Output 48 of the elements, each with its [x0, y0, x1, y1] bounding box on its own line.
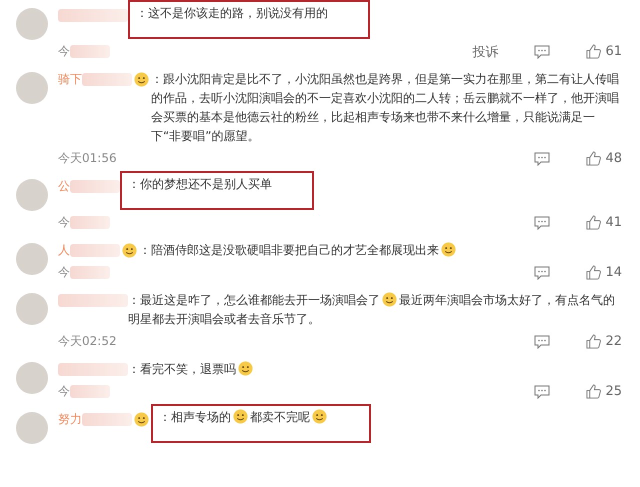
like-button[interactable]: 61	[586, 44, 622, 59]
comment-text: ：你的梦想还不是别人买单	[120, 171, 314, 210]
like-button[interactable]: 22	[586, 334, 622, 349]
thumbs-up-icon	[586, 384, 602, 399]
thumbs-up-icon	[586, 44, 602, 59]
like-button[interactable]: 48	[586, 151, 622, 166]
comment-text: ：这不是你该走的路，别说没有用的	[128, 0, 370, 39]
comment-time: 今天02:52	[58, 333, 117, 350]
comment-text: ：相声专场的 都卖不完呢	[151, 404, 371, 443]
emoji-icon	[382, 292, 397, 307]
avatar[interactable]	[16, 8, 48, 40]
blurred-name	[70, 180, 120, 193]
comment-icon[interactable]	[534, 216, 550, 230]
comment-time: 今	[58, 264, 70, 281]
comment-icon[interactable]	[534, 384, 550, 398]
like-button[interactable]: 14	[586, 265, 622, 280]
blurred-name	[58, 363, 128, 376]
thumbs-up-icon	[586, 265, 602, 280]
thumbs-up-icon	[586, 151, 602, 166]
blurred-name	[82, 413, 132, 426]
blurred-name	[82, 73, 132, 86]
comment-text: ：跟小沈阳肯定是比不了，小沈阳虽然也是跨界，但是第一实力在那里，第二有让人传唱的作品，去听小沈阳演唱会的不一定喜欢小沈阳的二人转；岳云鹏就不一样了，他开演唱会买票的基本是他德云社的粉丝，比起相声专场来也带不来什么增量，只能说满足一下“非要唱”的愿望。	[151, 71, 620, 145]
comment-text: ：看完不笑，退票吗	[128, 360, 622, 379]
avatar[interactable]	[16, 412, 48, 444]
comment-time: 今	[58, 214, 70, 231]
like-button[interactable]: 25	[586, 384, 622, 399]
like-button[interactable]: 41	[586, 215, 622, 230]
thumbs-up-icon	[586, 215, 602, 230]
comment-time: 今天01:56	[58, 150, 117, 167]
avatar[interactable]	[16, 72, 48, 104]
comment-text: ：陪酒侍郎这是没歌硬唱非要把自己的才艺全都展现出来	[139, 241, 622, 260]
emoji-icon	[233, 409, 248, 424]
thumbs-up-icon	[586, 334, 602, 349]
blurred-name	[58, 294, 128, 307]
avatar[interactable]	[16, 362, 48, 394]
avatar[interactable]	[16, 293, 48, 325]
blurred-name	[70, 244, 120, 257]
avatar[interactable]	[16, 179, 48, 211]
comment-text: ：最近这是咋了，怎么谁都能去开一场演唱会了 最近两年演唱会市场太好了，有点名气的明星都去开演唱会或者去音乐节了。	[128, 291, 616, 328]
comment-icon[interactable]	[534, 266, 550, 280]
comment-time: 今	[58, 383, 70, 400]
avatar[interactable]	[16, 243, 48, 275]
comment-icon[interactable]	[534, 334, 550, 348]
comment-icon[interactable]	[534, 152, 550, 166]
comment-icon[interactable]	[534, 44, 550, 58]
blurred-name	[58, 9, 128, 22]
report-button[interactable]: 投诉	[472, 42, 498, 60]
comment-time: 今	[58, 43, 70, 60]
